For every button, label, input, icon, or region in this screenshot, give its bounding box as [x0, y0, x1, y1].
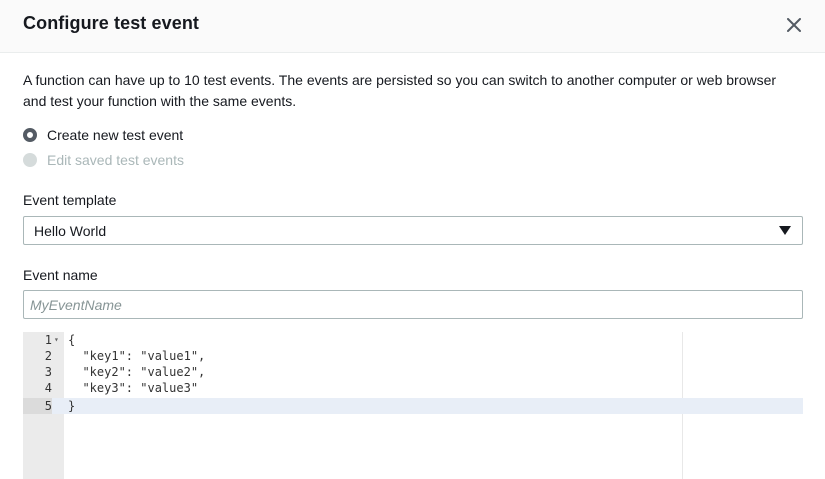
dialog-description: A function can have up to 10 test events…	[23, 72, 777, 109]
edit-saved-test-events-label: Edit saved test events	[47, 152, 184, 168]
editor-line[interactable]: 1 ▾ {	[23, 332, 803, 348]
close-button[interactable]	[780, 11, 808, 39]
editor-line[interactable]: 2 "key1": "value1",	[23, 348, 803, 364]
editor-line[interactable]: 4 "key3": "value3"	[23, 380, 803, 396]
fold-toggle-icon[interactable]: ▾	[54, 332, 62, 348]
line-number: 4	[44, 381, 52, 395]
editor-line[interactable]: 3 "key2": "value2",	[23, 364, 803, 380]
create-new-test-event-option[interactable]: Create new test event	[23, 127, 183, 143]
dialog-title: Configure test event	[23, 13, 200, 33]
caret-down-icon	[779, 226, 791, 235]
line-code: }	[68, 399, 76, 413]
event-name-label: Event name	[23, 267, 98, 283]
line-code: "key1": "value1",	[68, 349, 206, 363]
line-number: 2	[44, 349, 52, 363]
event-template-value: Hello World	[34, 223, 107, 239]
radio-disabled-icon	[23, 153, 37, 167]
line-number: 5	[23, 398, 52, 414]
line-code: "key2": "value2",	[68, 365, 206, 379]
configure-test-event-dialog: Configure test event A function can have…	[0, 0, 825, 479]
line-code: "key3": "value3"	[68, 381, 199, 395]
line-code: {	[68, 333, 76, 347]
event-template-select[interactable]: Hello World	[23, 216, 803, 245]
line-number: 1	[44, 333, 52, 347]
event-name-input[interactable]	[23, 290, 803, 319]
radio-selected-icon[interactable]	[23, 128, 37, 142]
event-json-editor[interactable]: 1 ▾ { 2 "key1": "value1", 3 "key2": "val…	[23, 332, 803, 479]
dialog-header: Configure test event	[0, 0, 825, 53]
close-icon	[787, 18, 801, 32]
editor-active-line[interactable]: 5 }	[23, 398, 803, 414]
event-template-label: Event template	[23, 192, 117, 208]
create-new-test-event-label: Create new test event	[47, 127, 184, 143]
edit-saved-test-events-option: Edit saved test events	[23, 152, 184, 168]
line-number: 3	[44, 365, 52, 379]
